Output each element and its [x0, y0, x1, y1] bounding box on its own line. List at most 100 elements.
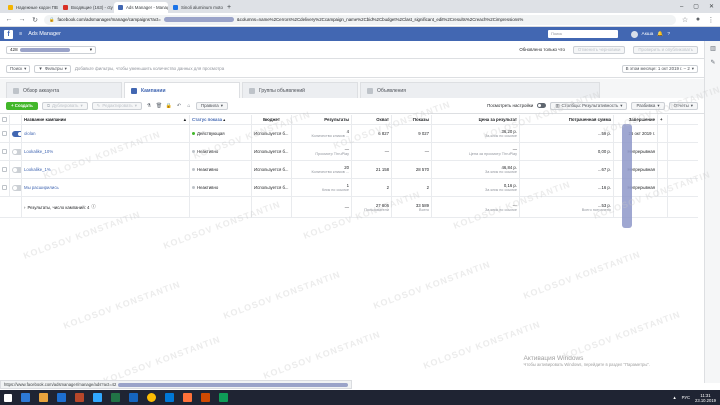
campaign-toggle[interactable] — [12, 184, 21, 191]
search-dropdown[interactable]: Поиск ▾ — [6, 64, 31, 73]
campaign-name-link[interactable]: Lookalike_10% — [24, 149, 187, 154]
app2-icon[interactable] — [201, 393, 210, 402]
column-header-results[interactable]: Результаты — [292, 115, 352, 124]
extensions-icon[interactable]: ● — [694, 16, 702, 23]
notifications-icon[interactable]: 🔔 — [657, 32, 663, 37]
view-setup-toggle[interactable] — [537, 103, 547, 108]
reload-icon[interactable]: ↻ — [31, 16, 39, 24]
new-tab-button[interactable]: + — [223, 2, 235, 13]
menu-icon[interactable]: ⋮ — [707, 16, 715, 24]
row-checkbox[interactable] — [2, 167, 7, 172]
filters-dropdown[interactable]: ▼ Фильтры ▾ — [34, 64, 71, 73]
lock-icon[interactable]: 🔒 — [166, 103, 172, 109]
column-header-reach[interactable]: Охват — [352, 115, 392, 124]
ab-test-icon[interactable]: ⚗ — [146, 103, 152, 109]
column-header-bid[interactable]: Бюджет — [252, 115, 292, 124]
campaign-name-link[interactable]: Мы расширились — [24, 185, 187, 190]
add-column-icon[interactable]: + — [658, 115, 668, 124]
minimize-icon[interactable]: – — [680, 4, 683, 10]
close-icon[interactable]: ✕ — [709, 3, 714, 10]
windows-start-icon[interactable] — [4, 393, 12, 402]
watermark-text: KOLOSOV KONSTANTIN — [262, 329, 382, 381]
create-button[interactable]: + Создать — [6, 101, 38, 110]
column-header-impressions[interactable]: Показы — [392, 115, 432, 124]
account-id: 428 — [10, 47, 18, 52]
maximize-icon[interactable]: ▢ — [693, 3, 699, 10]
forward-icon[interactable]: → — [18, 16, 26, 23]
impressions-value: 9 027 — [418, 131, 429, 136]
firefox-icon[interactable] — [183, 393, 192, 402]
spend-value: ...16 р. — [597, 185, 611, 190]
chevron-right-icon[interactable]: › — [24, 205, 25, 210]
duplicate-button[interactable]: ⧉ Дублировать ▾ — [41, 101, 88, 110]
column-header-end[interactable]: Завершение — [614, 115, 658, 124]
column-header-name[interactable]: Название кампании ▲ — [22, 115, 190, 124]
word-icon[interactable] — [57, 393, 66, 402]
checkbox[interactable] — [2, 117, 7, 122]
status-dot — [192, 168, 195, 171]
skype-icon[interactable] — [165, 393, 174, 402]
hamburger-icon[interactable]: ≡ — [19, 31, 22, 37]
campaign-name-link[interactable]: Lookalike_1% — [24, 167, 187, 172]
chart-icon[interactable]: ▥ — [705, 41, 720, 55]
impressions-cell: 28 570 — [392, 161, 432, 178]
tab-account-overview[interactable]: Обзор аккаунта — [6, 82, 122, 98]
star-icon[interactable]: ☆ — [681, 16, 689, 24]
discard-drafts-button[interactable]: Отменить черновики — [572, 45, 626, 54]
browser-tab[interactable]: Входящие (163) - cty359@gmai× — [59, 2, 113, 13]
table-row[interactable]: Lookalike_1% Неактивно Используется б... 20… — [0, 161, 698, 179]
app3-icon[interactable] — [219, 393, 228, 402]
tab-adsets[interactable]: Группы объявлений — [242, 82, 358, 98]
info-icon[interactable]: ⓘ — [91, 204, 95, 210]
row-checkbox[interactable] — [2, 185, 7, 190]
browser-tab[interactable]: Sinoli aluminum motor yachts » × — [169, 2, 223, 13]
back-icon[interactable]: ← — [5, 16, 13, 23]
account-selector[interactable]: 428 ▾ — [6, 45, 96, 54]
tab-campaigns[interactable]: Кампании — [124, 82, 240, 98]
tag-icon[interactable]: ⌂ — [186, 103, 192, 109]
excel-icon[interactable] — [111, 393, 120, 402]
campaign-toggle[interactable] — [12, 130, 21, 137]
select-all-checkbox[interactable] — [0, 115, 10, 124]
rules-dropdown[interactable]: Правила ▾ — [195, 101, 228, 110]
file-explorer-icon[interactable] — [39, 393, 48, 402]
language-indicator[interactable]: РУС — [682, 395, 690, 400]
facebook-logo-icon[interactable]: f — [4, 29, 13, 39]
search-icon[interactable] — [21, 393, 30, 402]
column-header-status[interactable]: Статус показа ▴ — [190, 115, 252, 124]
tab-ads[interactable]: Объявления — [360, 82, 600, 98]
clock[interactable]: 11:31 23.10.2019 — [695, 393, 716, 403]
columns-dropdown[interactable]: ▥ Столбцы: Результативность ▾ — [550, 101, 628, 110]
chrome-icon[interactable] — [147, 393, 156, 402]
table-row[interactable]: Мы расширились Неактивно Используется б...… — [0, 179, 698, 197]
fb-search-input[interactable]: Поиск — [548, 30, 618, 38]
row-checkbox[interactable] — [2, 131, 7, 136]
undo-icon[interactable]: ↶ — [176, 103, 182, 109]
breakdown-dropdown[interactable]: Разбивка ▾ — [631, 101, 665, 110]
impressions-value: 28 570 — [415, 167, 429, 172]
date-range-picker[interactable]: В этом месяце: 1 окт 2019 г. – 2 ▾ — [621, 64, 698, 73]
delete-icon[interactable]: 🗑 — [156, 103, 162, 109]
campaign-name-link[interactable]: ololan — [24, 131, 187, 136]
summary-spacer — [0, 197, 22, 217]
browser-tab[interactable]: Надежные кодон ПВХ Катер », × — [4, 2, 58, 13]
edit-icon[interactable]: ✎ — [705, 55, 720, 69]
table-row[interactable]: ololan Действующая Используется б... 4 Колич… — [0, 125, 698, 143]
column-header-cpr[interactable]: Цена за результат — [432, 115, 520, 124]
photoshop-icon[interactable] — [93, 393, 102, 402]
table-row[interactable]: Lookalike_10% Неактивно Используется б... —… — [0, 143, 698, 161]
edit-button[interactable]: ✎ Редактировать ▾ — [91, 101, 142, 110]
campaign-toggle[interactable] — [12, 148, 21, 155]
campaign-toggle[interactable] — [12, 166, 21, 173]
row-checkbox[interactable] — [2, 149, 7, 154]
user-menu[interactable]: Акша 🔔 ? — [630, 27, 670, 41]
app-icon[interactable] — [129, 393, 138, 402]
review-publish-button[interactable]: Проверить и опубликовать — [633, 45, 698, 54]
help-icon[interactable]: ? — [667, 32, 670, 37]
url-input[interactable]: 🔒 facebook.com/adsmanager/manage/campaig… — [44, 14, 676, 25]
network-icon[interactable]: ▲ — [672, 395, 676, 400]
reports-dropdown[interactable]: Отчеты ▾ — [668, 101, 698, 110]
browser-tab[interactable]: Ads Manager - Manage Ads - Ca× — [114, 2, 168, 13]
powerpoint-icon[interactable] — [75, 393, 84, 402]
column-header-spend[interactable]: Потраченная сумма — [520, 115, 614, 124]
